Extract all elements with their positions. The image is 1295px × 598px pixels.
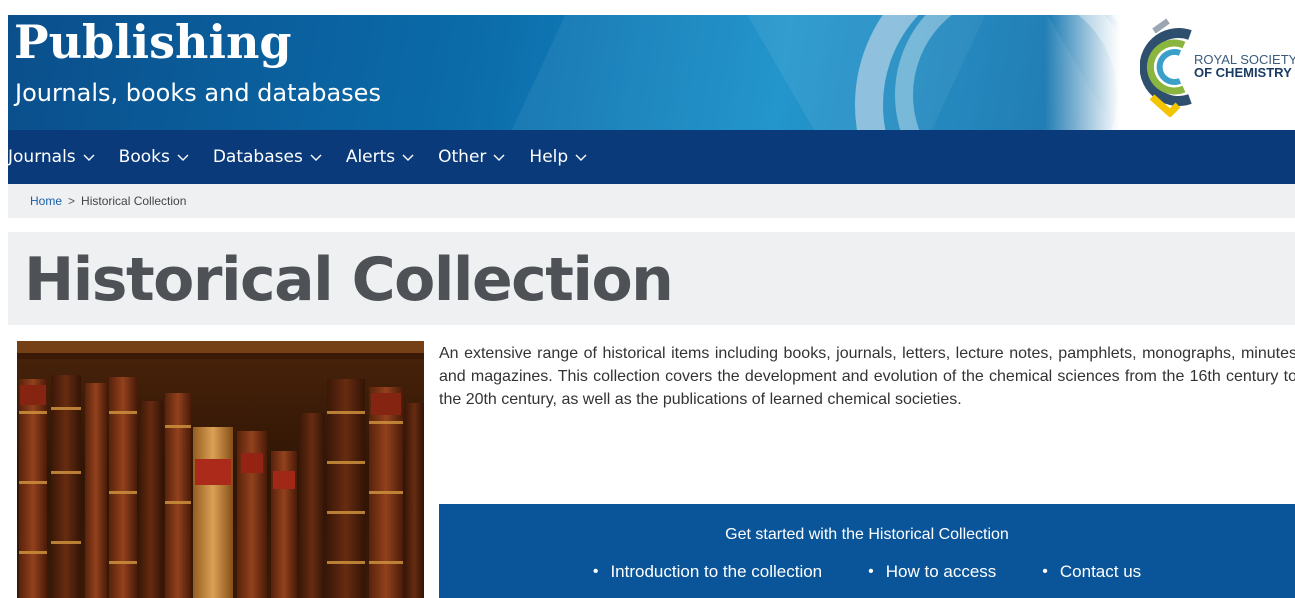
nav-item-label: Journals (8, 147, 76, 167)
rsc-logo[interactable]: ROYAL SOCIETY OF CHEMISTRY (1140, 17, 1295, 127)
page-title-band: Historical Collection (8, 232, 1295, 325)
get-started-panel: Get started with the Historical Collecti… (439, 504, 1295, 598)
nav-list: Journals Books Databases Alerts Other He… (8, 130, 1295, 184)
introduction-link[interactable]: • Introduction to the collection (593, 562, 822, 582)
books-shelf-image (17, 341, 424, 598)
rsc-logo-text: ROYAL SOCIETY OF CHEMISTRY (1194, 53, 1295, 79)
link-label: How to access (885, 562, 997, 581)
nav-item-journals[interactable]: Journals (8, 147, 97, 167)
nav-item-alerts[interactable]: Alerts (346, 147, 416, 167)
collection-description: An extensive range of historical items i… (439, 345, 1295, 408)
get-started-links: • Introduction to the collection • How t… (439, 562, 1295, 582)
page-title: Historical Collection (24, 245, 674, 315)
nav-item-label: Alerts (345, 147, 396, 167)
nav-item-databases[interactable]: Databases (213, 147, 324, 167)
nav-item-other[interactable]: Other (438, 147, 507, 167)
chevron-down-icon (310, 154, 322, 161)
get-started-title: Get started with the Historical Collecti… (725, 526, 1009, 543)
breadcrumb: Home > Historical Collection (8, 184, 1295, 218)
chevron-down-icon (177, 154, 189, 161)
link-label: Introduction to the collection (610, 562, 823, 581)
site-title[interactable]: Publishing (14, 17, 292, 67)
main-nav: Journals Books Databases Alerts Other He… (8, 130, 1295, 184)
chevron-down-icon (83, 154, 95, 161)
nav-item-label: Other (438, 147, 487, 167)
logo-line-2: OF CHEMISTRY (1194, 65, 1292, 80)
site-subtitle: Journals, books and databases (15, 79, 381, 107)
nav-item-label: Databases (212, 147, 303, 167)
chevron-down-icon (402, 154, 414, 161)
link-label: Contact us (1059, 562, 1142, 581)
breadcrumb-home-link[interactable]: Home (30, 194, 62, 208)
chevron-down-icon (493, 154, 505, 161)
chevron-down-icon (575, 154, 587, 161)
contact-us-link[interactable]: • Contact us (1042, 562, 1141, 582)
bullet-icon: • (592, 563, 599, 580)
breadcrumb-current: Historical Collection (81, 194, 187, 208)
nav-item-books[interactable]: Books (119, 147, 191, 167)
nav-item-help[interactable]: Help (529, 147, 589, 167)
how-to-access-link[interactable]: • How to access (868, 562, 996, 582)
breadcrumb-separator: > (68, 194, 76, 208)
page: Publishing Journals, books and databases… (8, 15, 1295, 598)
books-illustration (17, 341, 424, 598)
nav-item-label: Books (118, 147, 170, 167)
bullet-icon: • (1042, 563, 1048, 580)
rsc-logo-mark-icon (1140, 18, 1192, 117)
nav-item-label: Help (529, 147, 569, 167)
header-banner: Publishing Journals, books and databases… (8, 15, 1295, 130)
bullet-icon: • (868, 563, 874, 580)
